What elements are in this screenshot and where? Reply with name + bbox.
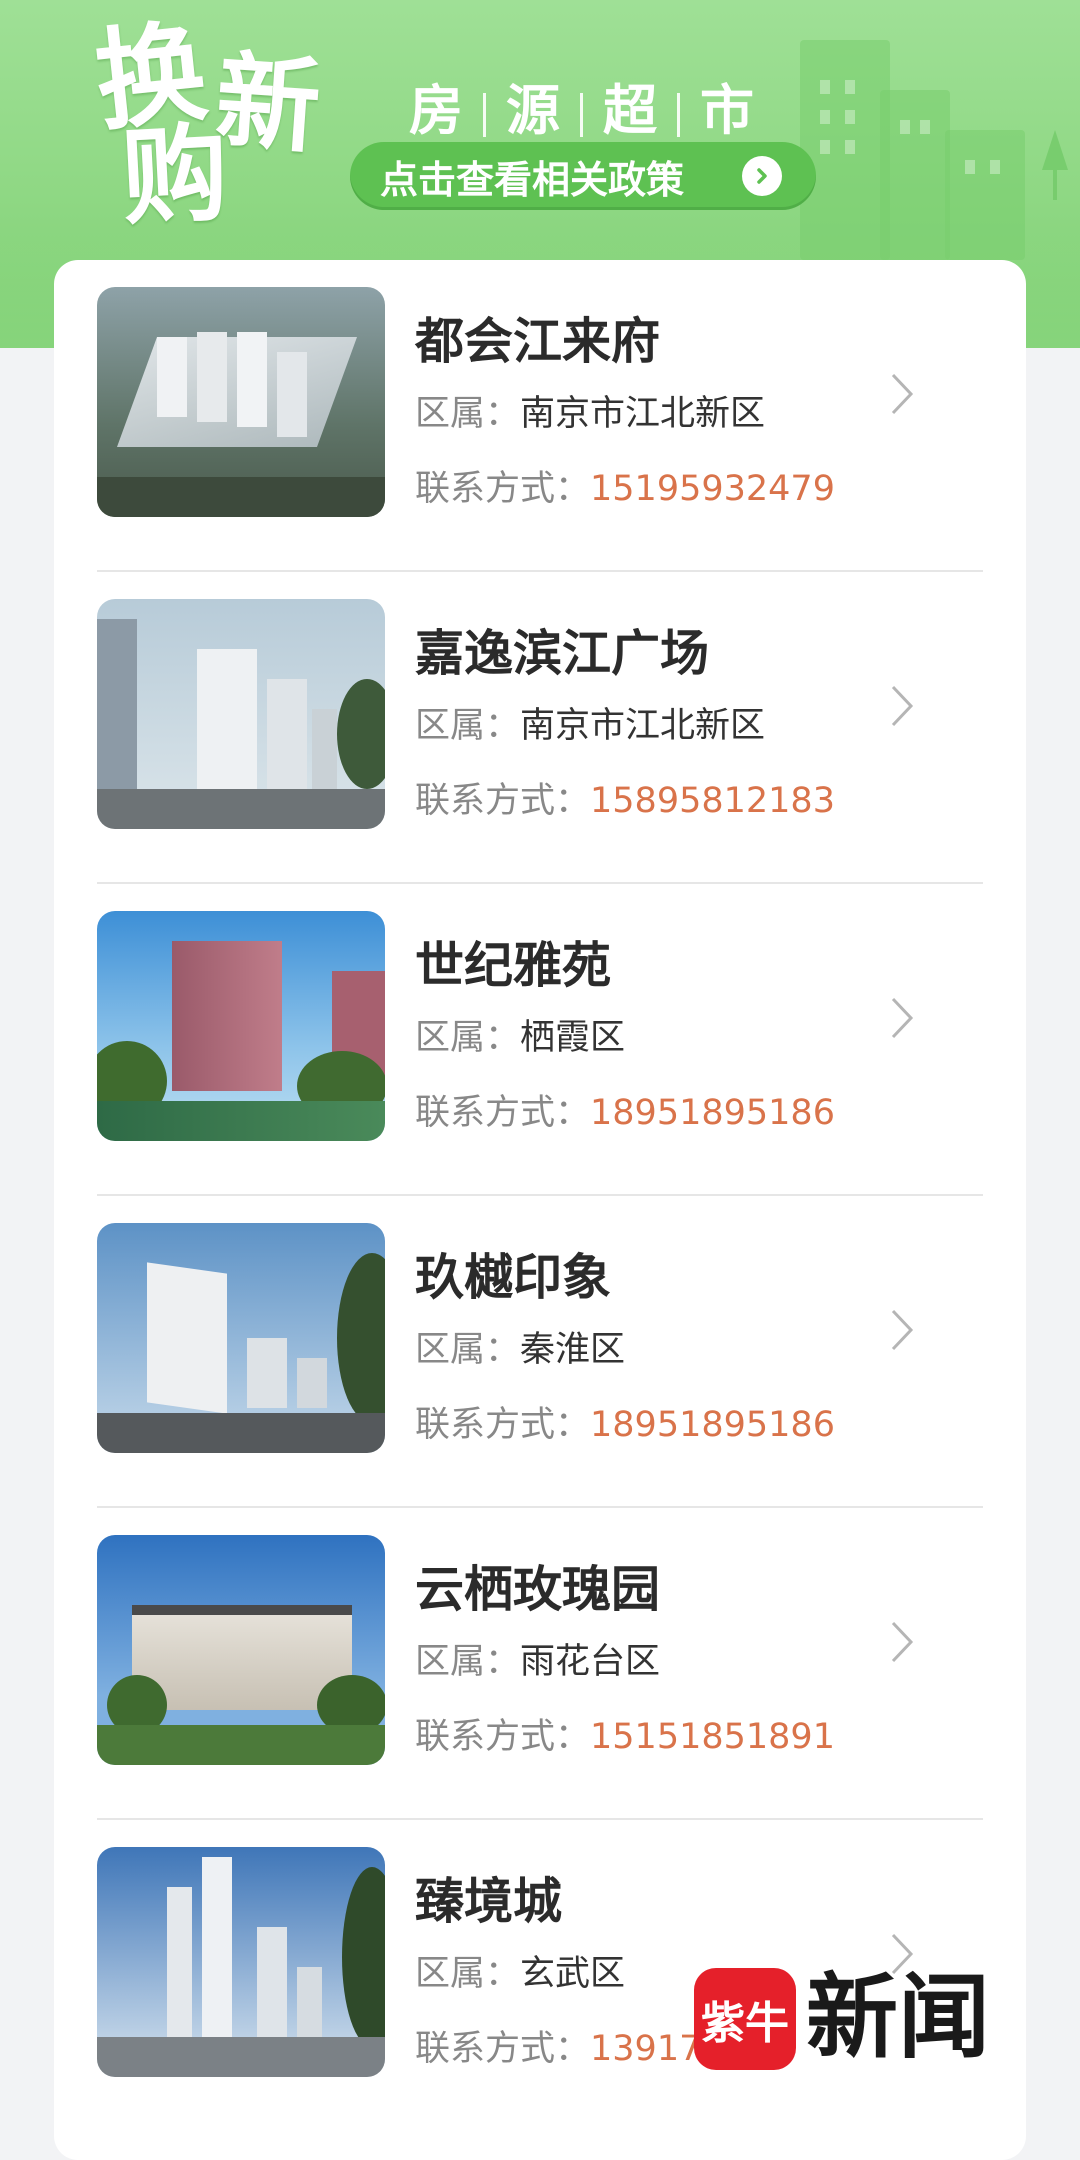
view-policy-button[interactable]: 点击查看相关政策 xyxy=(350,142,816,210)
property-name: 世纪雅苑 xyxy=(415,937,612,994)
phone-link[interactable]: 18951895186 xyxy=(590,1405,835,1445)
property-district: 区属：秦淮区 xyxy=(415,1330,626,1370)
chevron-right-icon xyxy=(882,676,922,736)
property-district: 区属：南京市江北新区 xyxy=(415,394,766,434)
banner-building-decoration xyxy=(880,90,950,260)
phone-link[interactable]: 15895812183 xyxy=(590,781,835,821)
news-watermark: 紫牛 新闻 xyxy=(694,1962,1014,2072)
property-image xyxy=(97,287,385,517)
view-policy-label: 点击查看相关政策 xyxy=(380,156,685,202)
property-name: 臻境城 xyxy=(415,1873,563,1930)
chevron-right-icon xyxy=(882,364,922,424)
property-name: 玖樾印象 xyxy=(415,1249,612,1306)
property-contact: 联系方式：18951895186 xyxy=(415,1405,835,1445)
phone-link[interactable]: 18951895186 xyxy=(590,1093,835,1133)
property-name: 嘉逸滨江广场 xyxy=(415,625,710,682)
listing-item[interactable]: 世纪雅苑 区属：栖霞区 联系方式：18951895186 xyxy=(97,884,983,1196)
ziniu-logo: 紫牛 xyxy=(694,1968,796,2070)
listing-item[interactable]: 玖樾印象 区属：秦淮区 联系方式：18951895186 xyxy=(97,1196,983,1508)
property-district: 区属：玄武区 xyxy=(415,1954,626,1994)
watermark-text: 新闻 xyxy=(806,1963,991,2071)
chevron-right-icon xyxy=(882,1612,922,1672)
banner-building-decoration xyxy=(945,130,1025,260)
property-name: 都会江来府 xyxy=(415,313,661,370)
property-district: 区属：南京市江北新区 xyxy=(415,706,766,746)
property-contact: 联系方式：15195932479 xyxy=(415,469,835,509)
listing-card: 都会江来府 区属：南京市江北新区 联系方式：15195932479 嘉逸滨江广场… xyxy=(54,260,1026,2160)
listing-item[interactable]: 嘉逸滨江广场 区属：南京市江北新区 联系方式：15895812183 xyxy=(97,572,983,884)
property-image xyxy=(97,1535,385,1765)
chevron-right-icon xyxy=(882,988,922,1048)
listing-item[interactable]: 都会江来府 区属：南京市江北新区 联系方式：15195932479 xyxy=(97,260,983,572)
property-contact: 联系方式：15151851891 xyxy=(415,1717,835,1757)
phone-link[interactable]: 15195932479 xyxy=(590,469,835,509)
property-contact: 联系方式：139177 xyxy=(415,2029,724,2069)
market-title: 房源超市 xyxy=(409,78,754,142)
property-image xyxy=(97,911,385,1141)
property-district: 区属：雨花台区 xyxy=(415,1642,661,1682)
property-image xyxy=(97,599,385,829)
brand-calligraphy-logo: 换 新 购 xyxy=(89,6,325,240)
phone-link[interactable]: 15151851891 xyxy=(590,1717,835,1757)
listing-item[interactable]: 云栖玫瑰园 区属：雨花台区 联系方式：15151851891 xyxy=(97,1508,983,1820)
property-district: 区属：栖霞区 xyxy=(415,1018,626,1058)
property-contact: 联系方式：15895812183 xyxy=(415,781,835,821)
property-image xyxy=(97,1847,385,2077)
property-contact: 联系方式：18951895186 xyxy=(415,1093,835,1133)
property-name: 云栖玫瑰园 xyxy=(415,1561,661,1618)
tree-icon xyxy=(1042,130,1068,200)
chevron-right-circle-icon xyxy=(742,156,782,196)
chevron-right-icon xyxy=(882,1300,922,1360)
property-image xyxy=(97,1223,385,1453)
